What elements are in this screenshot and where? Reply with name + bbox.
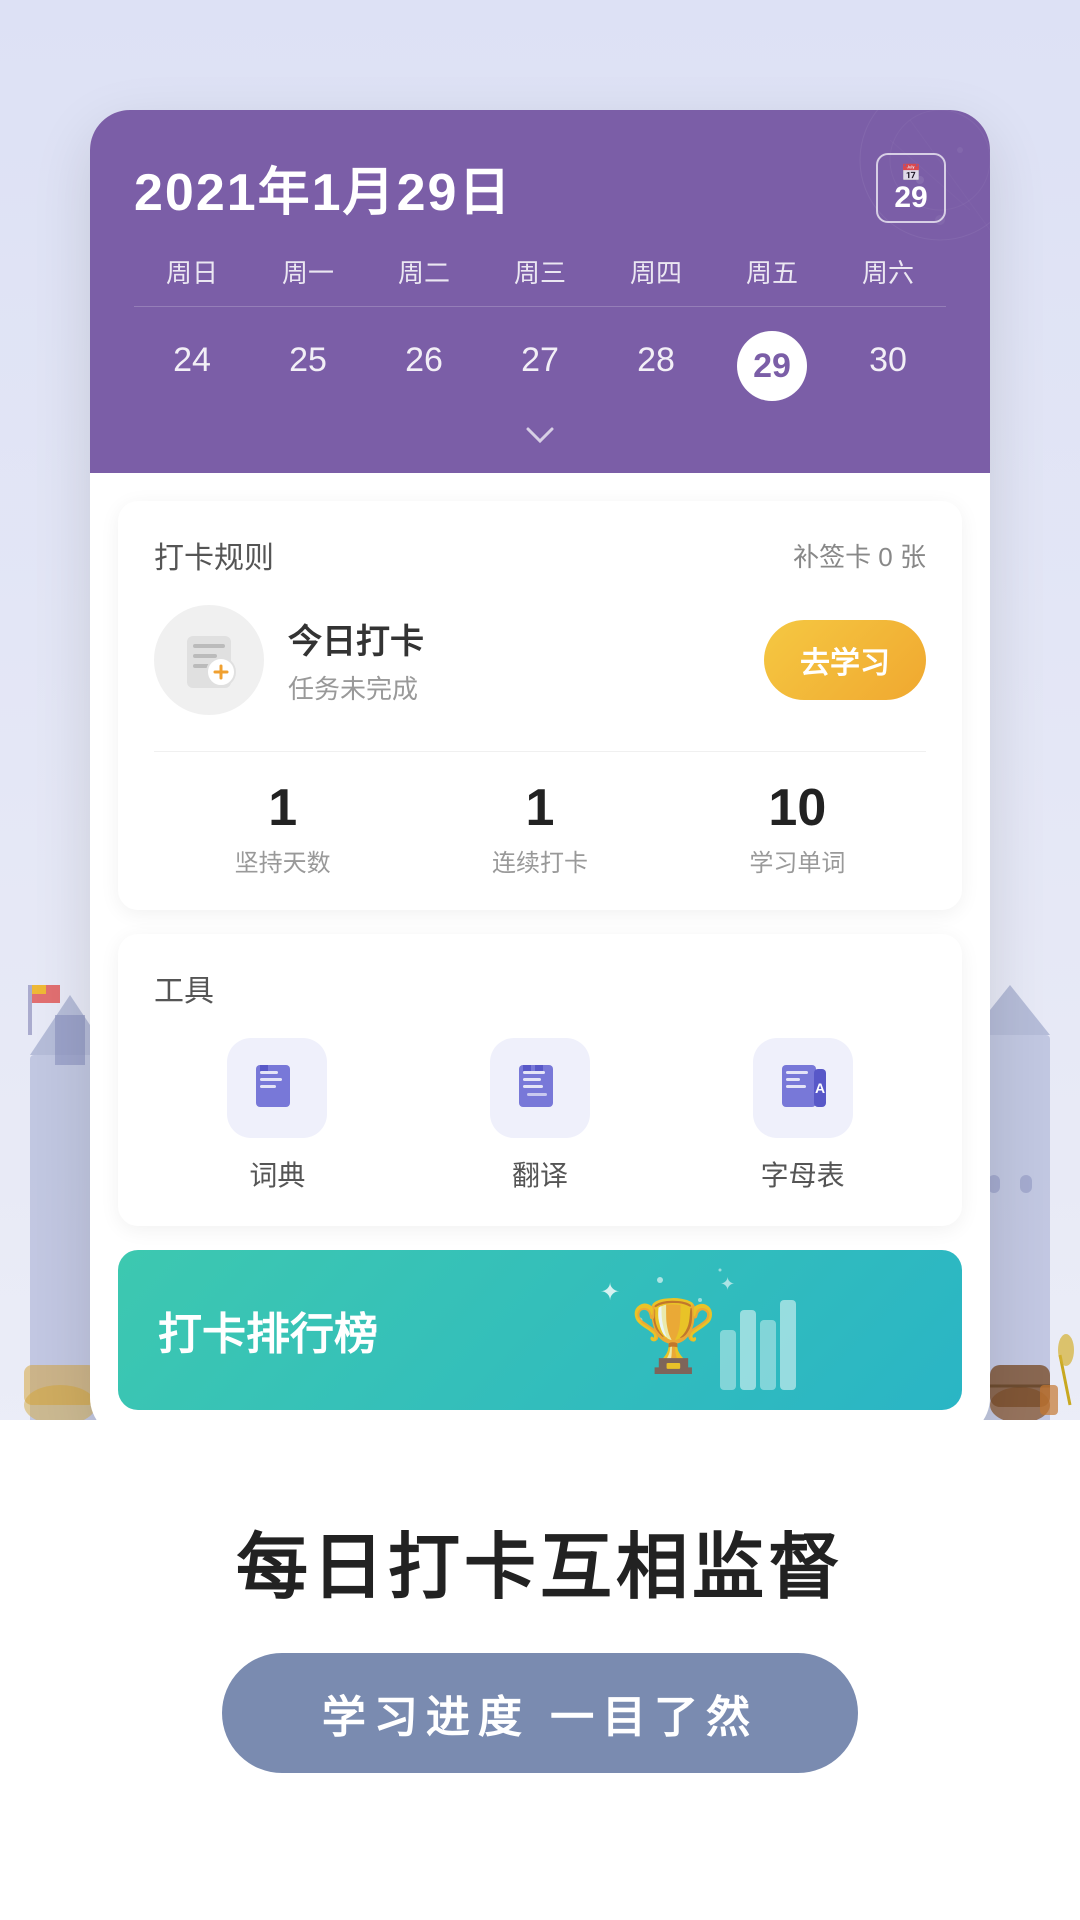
dictionary-icon-box xyxy=(227,1038,327,1138)
date-24[interactable]: 24 xyxy=(134,331,250,401)
checkin-sub-text: 任务未完成 xyxy=(288,669,740,706)
checkin-task-icon xyxy=(154,605,264,715)
translate-label: 翻译 xyxy=(512,1154,568,1194)
tool-translate[interactable]: 翻译 xyxy=(417,1038,664,1194)
phone-card: 2021年1月29日 📅 29 周日 周一 周二 周三 周四 周五 周六 24 … xyxy=(90,110,990,1438)
date-29-active[interactable]: 29 xyxy=(737,331,807,401)
date-28[interactable]: 28 xyxy=(598,331,714,401)
tool-alphabet[interactable]: A 字母表 xyxy=(679,1038,926,1194)
alphabet-label: 字母表 xyxy=(761,1154,845,1194)
date-26[interactable]: 26 xyxy=(366,331,482,401)
date-25[interactable]: 25 xyxy=(250,331,366,401)
checkin-text: 今日打卡 任务未完成 xyxy=(288,614,740,706)
dictionary-label: 词典 xyxy=(249,1154,305,1194)
tools-title: 工具 xyxy=(154,966,926,1010)
stat-words: 10 学习单词 xyxy=(669,780,926,878)
weekday-sun: 周日 xyxy=(134,253,250,290)
calendar-section: 2021年1月29日 📅 29 周日 周一 周二 周三 周四 周五 周六 24 … xyxy=(90,110,990,473)
calendar-date-title: 2021年1月29日 xyxy=(134,150,512,225)
checkin-card-header: 打卡规则 补签卡 0 张 xyxy=(154,533,926,577)
supplement-cards-label: 补签卡 0 张 xyxy=(793,537,926,574)
leaderboard-banner[interactable]: 🏆 ✦ ✦ 打卡排行榜 xyxy=(118,1250,962,1410)
svg-text:✦: ✦ xyxy=(720,1274,735,1294)
checkin-row: 今日打卡 任务未完成 去学习 xyxy=(154,605,926,715)
stat-persist-label: 坚持天数 xyxy=(154,843,411,878)
weekday-mon: 周一 xyxy=(250,253,366,290)
checkin-rules-label[interactable]: 打卡规则 xyxy=(154,533,274,577)
bottom-section: 每日打卡互相监督 学习进度 一目了然 xyxy=(0,1420,1080,1920)
alphabet-icon-box: A xyxy=(753,1038,853,1138)
stat-consecutive-value: 1 xyxy=(411,780,668,837)
tools-section: 工具 词典 xyxy=(118,934,962,1226)
svg-text:✦: ✦ xyxy=(600,1279,620,1306)
calendar-expand-arrow[interactable] xyxy=(134,411,946,473)
stat-words-value: 10 xyxy=(669,780,926,837)
stat-consecutive: 1 连续打卡 xyxy=(411,780,668,878)
weekday-wed: 周三 xyxy=(482,253,598,290)
bottom-cta-button[interactable]: 学习进度 一目了然 xyxy=(222,1653,858,1773)
translate-icon-box xyxy=(490,1038,590,1138)
go-study-button[interactable]: 去学习 xyxy=(764,620,926,700)
stats-row: 1 坚持天数 1 连续打卡 10 学习单词 xyxy=(154,751,926,878)
weekday-tue: 周二 xyxy=(366,253,482,290)
stat-persist-value: 1 xyxy=(154,780,411,837)
date-27[interactable]: 27 xyxy=(482,331,598,401)
svg-text:A: A xyxy=(815,1080,825,1096)
svg-text:🏆: 🏆 xyxy=(630,1296,717,1376)
bottom-title: 每日打卡互相监督 xyxy=(236,1508,844,1613)
leaderboard-title: 打卡排行榜 xyxy=(158,1298,378,1362)
stat-persist-days: 1 坚持天数 xyxy=(154,780,411,878)
stat-consecutive-label: 连续打卡 xyxy=(411,843,668,878)
date-30[interactable]: 30 xyxy=(830,331,946,401)
stat-words-label: 学习单词 xyxy=(669,843,926,878)
checkin-today-title: 今日打卡 xyxy=(288,614,740,663)
checkin-card: 打卡规则 补签卡 0 张 今日打卡 任务未完成 去学习 xyxy=(118,501,962,910)
tools-row: 词典 翻译 xyxy=(154,1038,926,1194)
tool-dictionary[interactable]: 词典 xyxy=(154,1038,401,1194)
date-row: 24 25 26 27 28 29 30 xyxy=(134,307,946,411)
